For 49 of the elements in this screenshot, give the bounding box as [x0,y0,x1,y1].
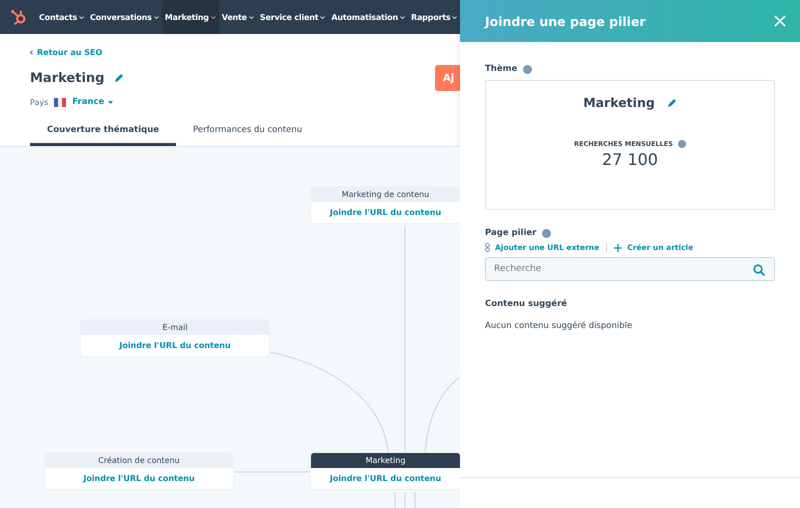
country-dropdown[interactable]: France [72,97,114,107]
chevron-down-icon [154,16,159,18]
empty-state-text: Aucun contenu suggéré disponible [485,321,632,331]
suggested-content-heading: Contenu suggéré [485,299,568,309]
tab[interactable]: Performances du contenu [176,119,320,146]
attach-url-link[interactable]: Joindre l'URL du contenu [311,202,460,223]
chevron-down-icon [248,16,254,18]
page-title: Marketing [30,70,104,86]
chevron-down-icon [79,16,84,18]
chevron-left-icon [30,50,33,55]
attach-url-link[interactable]: Joindre l'URL du contenu [45,468,233,489]
pencil-icon[interactable] [666,98,677,108]
connector-line [394,492,416,508]
nav-menu-item[interactable]: Vente [218,0,257,34]
topic-node-title: Marketing [311,453,460,468]
chevron-down-icon [400,16,405,18]
theme-label: Thème [485,64,518,74]
nav-menu-item[interactable]: Contacts [36,0,88,34]
country-label: Pays [30,98,48,106]
flag-icon [54,98,66,106]
nav-menu-item[interactable]: Automatisation [328,0,408,34]
attach-url-link[interactable]: Joindre l'URL du contenu [311,468,460,489]
search-field[interactable]: Recherche [485,257,775,281]
caret-down-icon [108,100,114,104]
attach-url-link[interactable]: Joindre l'URL du contenu [81,335,269,356]
info-icon[interactable] [542,228,552,238]
pillar-page-label: Page pilier [485,228,536,238]
chevron-down-icon [452,16,458,18]
sprocket-logo-icon[interactable] [10,8,28,26]
pencil-icon[interactable] [114,73,124,83]
plus-icon [614,244,622,252]
search-icon[interactable] [753,264,765,276]
info-icon[interactable] [678,140,686,148]
nav-menu-item[interactable]: Service client [256,0,328,34]
topic-node-title: Marketing de contenu [311,187,460,202]
nav-menu-item[interactable]: Rapports [408,0,460,34]
drawer-title: Joindre une page pilier [485,14,646,28]
topic-node-title: E-mail [81,320,269,335]
monthly-searches-value: 27 100 [602,150,658,169]
nav-menu-item[interactable]: Conversations [87,0,162,34]
chevron-down-icon [210,16,216,18]
chevron-down-icon [320,16,326,18]
close-button[interactable] [774,15,786,27]
nav-menu-item[interactable]: Marketing [162,0,219,34]
link-icon [485,243,490,252]
theme-name: Marketing [583,95,655,110]
topic-node-title: Création de contenu [45,453,233,468]
back-link[interactable]: Retour au SEO [37,48,102,57]
info-icon[interactable] [523,64,532,74]
